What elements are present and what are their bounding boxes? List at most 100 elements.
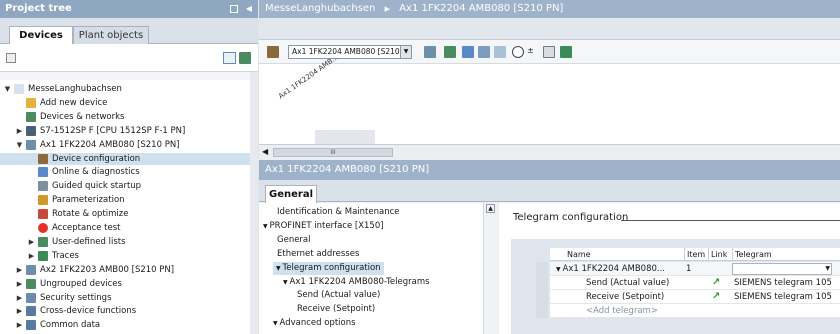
nav-item[interactable]: Receive (Setpoint) [297, 303, 375, 316]
nav-item[interactable]: Ethernet addresses [277, 248, 359, 261]
nav-item-label: Identification & Maintenance [277, 207, 400, 217]
table-row[interactable]: Send (Actual value) ↗ SIEMENS telegram 105 [536, 276, 840, 290]
tab-plant-objects[interactable]: Plant objects [73, 26, 149, 44]
breadcrumb-project[interactable]: MesseLanghubachsen [265, 3, 375, 14]
expand-right-icon[interactable]: ▶ [16, 292, 23, 304]
expand-down-icon[interactable]: ▼ [16, 139, 23, 151]
name-cell[interactable]: Receive (Setpoint) [586, 290, 706, 304]
device-module-slot[interactable] [315, 130, 375, 144]
nav-item[interactable]: General [277, 234, 311, 247]
collapse-arrow-icon[interactable]: ◀ [246, 0, 252, 18]
tree-item[interactable]: Acceptance test [0, 222, 250, 234]
tree-item[interactable]: Online & diagnostics [0, 166, 250, 178]
expand-right-icon[interactable]: ▶ [28, 236, 35, 248]
zoom-stepper-icon[interactable]: ± [527, 46, 534, 55]
row-selector[interactable] [536, 262, 548, 276]
tab-devices[interactable]: Devices [9, 26, 73, 45]
nav-item[interactable]: ▼ Ax1 1FK2204 AMB080-Telegrams [283, 276, 430, 289]
nav-item[interactable]: ▼ Advanced options [273, 317, 356, 330]
table-row[interactable]: Receive (Setpoint) ↗ SIEMENS telegram 105 [536, 290, 840, 304]
link-arrow-icon[interactable]: ↗ [712, 276, 720, 290]
tree-item[interactable]: ▶ Common data [0, 319, 250, 331]
name-cell[interactable]: Send (Actual value) [586, 276, 706, 290]
device-canvas[interactable]: Ax1 1FK2204 AMB... [259, 53, 840, 144]
tree-item[interactable]: Devices & networks [0, 111, 250, 123]
nav-item-label: Receive (Setpoint) [297, 304, 376, 315]
network-view-icon[interactable] [444, 46, 456, 58]
zoom-icon[interactable] [512, 46, 524, 58]
link-arrow-icon[interactable]: ↗ [712, 290, 720, 304]
show-overview-icon[interactable] [239, 52, 251, 64]
expand-down-icon[interactable]: ▼ [4, 83, 11, 95]
row-selector[interactable] [536, 276, 548, 290]
device-select-dropdown[interactable]: Ax1 1FK2204 AMB080 [S210 P ▼ [288, 45, 412, 59]
dropdown-arrow-icon[interactable]: ▼ [825, 264, 830, 274]
collapse-panel-icon[interactable] [230, 5, 238, 13]
expand-right-icon[interactable]: ▶ [28, 250, 35, 262]
tree-item[interactable]: Rotate & optimize [0, 208, 250, 220]
editor-horizontal-scrollbar[interactable]: ◀ III [259, 144, 840, 160]
telegram-cell[interactable]: SIEMENS telegram 105 [734, 290, 832, 304]
nav-item[interactable]: Identification & Maintenance [277, 206, 400, 219]
tree-item[interactable]: ▶ Ungrouped devices [0, 278, 250, 290]
inspector-tabbar [259, 180, 840, 202]
labels-icon[interactable] [543, 46, 555, 58]
column-header-link[interactable]: Link [708, 248, 727, 261]
tree-item[interactable]: ▶ User-defined lists [0, 236, 250, 248]
grid-icon[interactable] [478, 46, 490, 58]
cross-device-icon [26, 306, 36, 317]
tree-item-label: Devices & networks [40, 111, 125, 122]
properties-icon[interactable] [424, 46, 436, 58]
list-icon [38, 236, 48, 247]
device-view-icon[interactable] [267, 46, 279, 58]
expand-right-icon[interactable]: ▶ [16, 305, 23, 317]
table-row[interactable]: ▼ Ax1 1FK2204 AMB080... 1 ▼ [536, 262, 840, 276]
column-header-item[interactable]: Item [684, 248, 705, 261]
tree-item[interactable]: ▶ Traces [0, 250, 250, 262]
column-header-name[interactable]: Name [565, 248, 591, 261]
tree-item[interactable]: ▶ Ax2 1FK2203 AMB00 [S210 PN] [0, 264, 250, 276]
column-header-telegram[interactable]: Telegram [732, 248, 772, 261]
row-selector[interactable] [536, 304, 548, 318]
tree-item[interactable]: ▼ MesseLanghubachsen [0, 83, 250, 95]
add-telegram-cell[interactable]: <Add telegram> [586, 304, 706, 318]
telegram-dropdown[interactable]: ▼ [732, 263, 832, 275]
tree-item[interactable]: ▼ Ax1 1FK2204 AMB080 [S210 PN] [0, 139, 250, 151]
expand-right-icon[interactable]: ▶ [16, 319, 23, 331]
tab-general[interactable]: General [265, 185, 317, 204]
common-data-icon [26, 320, 36, 331]
io-icon[interactable] [560, 46, 572, 58]
tree-item[interactable]: Device configuration [0, 152, 250, 165]
tree-item[interactable]: ▶ S7-1512SP F [CPU 1512SP F-1 PN] [0, 125, 250, 137]
dropdown-arrow-icon[interactable]: ▼ [400, 46, 411, 58]
project-tree-scrollbar[interactable] [250, 72, 258, 334]
tree-item[interactable]: ▶ Cross-device functions [0, 305, 250, 317]
scroll-left-icon[interactable]: ◀ [262, 147, 268, 156]
tree-item[interactable]: Guided quick startup [0, 180, 250, 192]
tree-item[interactable]: Parameterization [0, 194, 250, 206]
row-selector[interactable] [536, 290, 548, 304]
name-text: Send (Actual value) [586, 278, 670, 288]
nav-item-label: PROFINET interface [X150] [269, 220, 384, 231]
drive-icon [26, 264, 36, 275]
expand-right-icon[interactable]: ▶ [16, 264, 23, 276]
nav-item[interactable]: ▼ Telegram configuration [273, 261, 384, 275]
breadcrumb-device[interactable]: Ax1 1FK2204 AMB080 [S210 PN] [399, 3, 563, 14]
inspector-nav-scrollbar[interactable]: ▲ [483, 203, 497, 334]
expand-right-icon[interactable]: ▶ [16, 278, 23, 290]
nav-item-label: Ethernet addresses [277, 248, 360, 259]
nav-item[interactable]: Send (Actual value) [297, 289, 380, 302]
table-row[interactable]: <Add telegram> [536, 304, 840, 318]
tree-item[interactable]: ▶ Security settings [0, 292, 250, 304]
nav-item[interactable]: ▼ PROFINET interface [X150] [263, 220, 384, 233]
detail-view-icon[interactable] [223, 52, 236, 64]
name-cell[interactable]: ▼ Ax1 1FK2204 AMB080... [556, 262, 676, 276]
expand-right-icon[interactable]: ▶ [16, 125, 23, 137]
table-view-icon[interactable] [494, 46, 506, 58]
telegram-cell[interactable]: SIEMENS telegram 105 [734, 276, 832, 290]
nav-scroll-up-icon[interactable]: ▲ [486, 204, 495, 213]
connections-icon[interactable] [462, 46, 474, 58]
tree-options-icon[interactable] [6, 53, 16, 63]
scroll-thumb[interactable]: III [273, 148, 393, 157]
tree-item[interactable]: Add new device [0, 97, 250, 109]
